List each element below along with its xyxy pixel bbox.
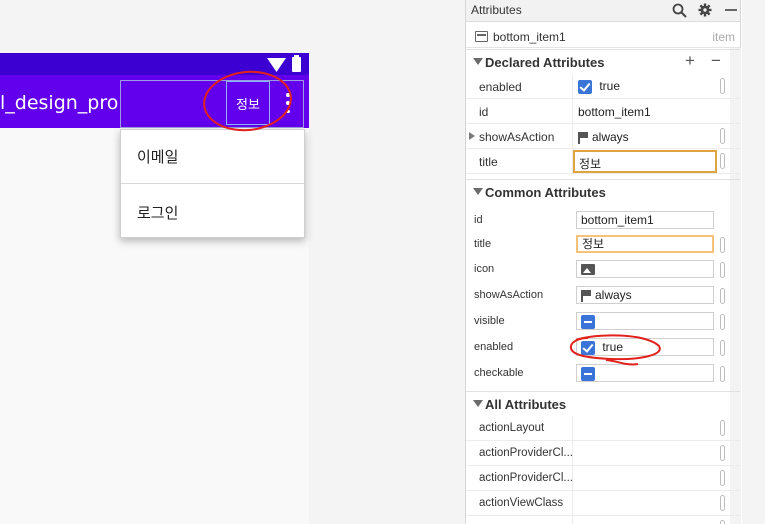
resource-picker-handle[interactable]	[720, 470, 725, 486]
attr-name: enabled	[479, 80, 522, 94]
collapse-triangle-icon[interactable]	[473, 58, 483, 65]
remove-icon[interactable]: −	[708, 52, 724, 70]
resource-picker-handle[interactable]	[720, 237, 725, 253]
common-row-visible: visible	[466, 309, 740, 335]
declared-row-title: title 정보	[466, 149, 740, 174]
attr-name: showAsAction	[479, 130, 555, 144]
attributes-panel: Attributes bottom_item1 item Declared At…	[465, 0, 741, 524]
all-row-actionproviderclass-2: actionProviderCl...	[466, 466, 740, 491]
panel-header: Attributes	[466, 0, 740, 22]
resource-picker-handle[interactable]	[720, 366, 725, 382]
all-row-actionproviderclass-1: actionProviderCl...	[466, 441, 740, 466]
common-row-icon: icon	[466, 257, 740, 283]
overflow-popup-menu: 이메일 로그인	[120, 129, 305, 238]
resource-picker-handle[interactable]	[720, 340, 725, 356]
icon-input[interactable]	[576, 260, 714, 278]
attr-name: id	[479, 105, 489, 119]
attr-value: always	[595, 288, 632, 302]
resource-picker-handle[interactable]	[720, 495, 725, 511]
menu-item-login[interactable]: 로그인	[121, 185, 304, 239]
resource-picker-handle[interactable]	[720, 520, 725, 524]
common-row-title: title 정보	[466, 232, 740, 258]
red-annotation-circle	[569, 334, 661, 366]
visible-input[interactable]	[576, 312, 714, 330]
layout-preview: l_design_pro 정보 이메일 로그인	[0, 0, 465, 524]
common-row-id: id bottom_item1	[466, 208, 740, 234]
resource-picker-handle[interactable]	[720, 78, 725, 94]
declared-row-showasaction: showAsAction always	[466, 124, 740, 149]
component-name: bottom_item1	[493, 30, 566, 44]
attr-name: enabled	[474, 341, 514, 353]
attr-name: icon	[474, 263, 495, 275]
component-header: bottom_item1 item	[466, 27, 740, 48]
attr-name: actionProviderCl...	[479, 447, 573, 459]
attr-name: actionLayout	[479, 422, 545, 434]
resource-picker-handle[interactable]	[720, 420, 725, 436]
editor-gutter	[742, 0, 765, 524]
resource-picker-handle[interactable]	[720, 445, 725, 461]
declared-row-id: id bottom_item1	[466, 99, 740, 124]
all-row-partial	[466, 516, 740, 524]
id-input[interactable]: bottom_item1	[576, 211, 714, 229]
common-row-showasaction: showAsAction always	[466, 283, 740, 309]
resource-picker-handle[interactable]	[720, 288, 725, 304]
flag-icon	[578, 131, 588, 144]
menu-item-email[interactable]: 이메일	[121, 130, 304, 184]
attr-name: id	[474, 214, 483, 226]
checkbox-enabled[interactable]	[578, 79, 592, 94]
section-declared-attributes[interactable]: Declared Attributes + −	[466, 49, 740, 73]
all-row-actionlayout: actionLayout	[466, 416, 740, 441]
section-title: Common Attributes	[485, 185, 606, 200]
attr-name: title	[474, 238, 492, 250]
collapse-triangle-icon[interactable]	[473, 400, 483, 407]
checkbox-checkable[interactable]	[581, 366, 595, 381]
attr-value[interactable]: bottom_item1	[578, 105, 651, 119]
showasaction-input[interactable]: always	[576, 286, 714, 304]
add-icon[interactable]: +	[682, 52, 698, 70]
battery-icon	[292, 55, 301, 72]
gear-icon[interactable]	[697, 2, 713, 18]
minimize-icon[interactable]	[723, 2, 739, 18]
search-icon[interactable]	[671, 2, 687, 18]
resource-picker-handle[interactable]	[720, 262, 725, 278]
menu-item-icon	[475, 31, 488, 42]
declared-row-enabled: enabled true	[466, 74, 740, 99]
checkable-input[interactable]	[576, 364, 714, 382]
attr-name: actionProviderCl...	[479, 472, 573, 484]
section-title: All Attributes	[485, 397, 567, 412]
attr-value: true	[599, 79, 621, 93]
attr-name: checkable	[474, 367, 524, 379]
attr-name: title	[479, 155, 498, 169]
resource-picker-handle[interactable]	[720, 128, 725, 144]
checkbox-visible[interactable]	[581, 314, 595, 329]
wifi-icon	[267, 58, 286, 72]
resource-picker-handle[interactable]	[720, 314, 725, 330]
panel-title: Attributes	[471, 3, 522, 17]
component-type: item	[712, 30, 735, 44]
section-all-attributes[interactable]: All Attributes	[466, 391, 740, 415]
attr-value: 정보	[579, 157, 602, 171]
resource-picker-handle[interactable]	[720, 153, 725, 169]
image-icon	[581, 264, 595, 276]
app-title: l_design_pro	[0, 92, 119, 114]
collapse-triangle-icon[interactable]	[473, 188, 483, 195]
all-row-actionviewclass: actionViewClass	[466, 491, 740, 516]
section-title: Declared Attributes	[485, 55, 605, 70]
title-input[interactable]: 정보	[573, 150, 717, 173]
attr-name: showAsAction	[474, 289, 544, 301]
attr-name: visible	[474, 315, 505, 327]
title-input[interactable]: 정보	[576, 235, 714, 253]
section-common-attributes[interactable]: Common Attributes	[466, 179, 740, 203]
attr-value[interactable]: always	[592, 130, 629, 144]
attr-name: actionViewClass	[479, 497, 564, 509]
flag-icon	[581, 289, 591, 302]
expand-triangle-icon[interactable]	[469, 132, 475, 140]
